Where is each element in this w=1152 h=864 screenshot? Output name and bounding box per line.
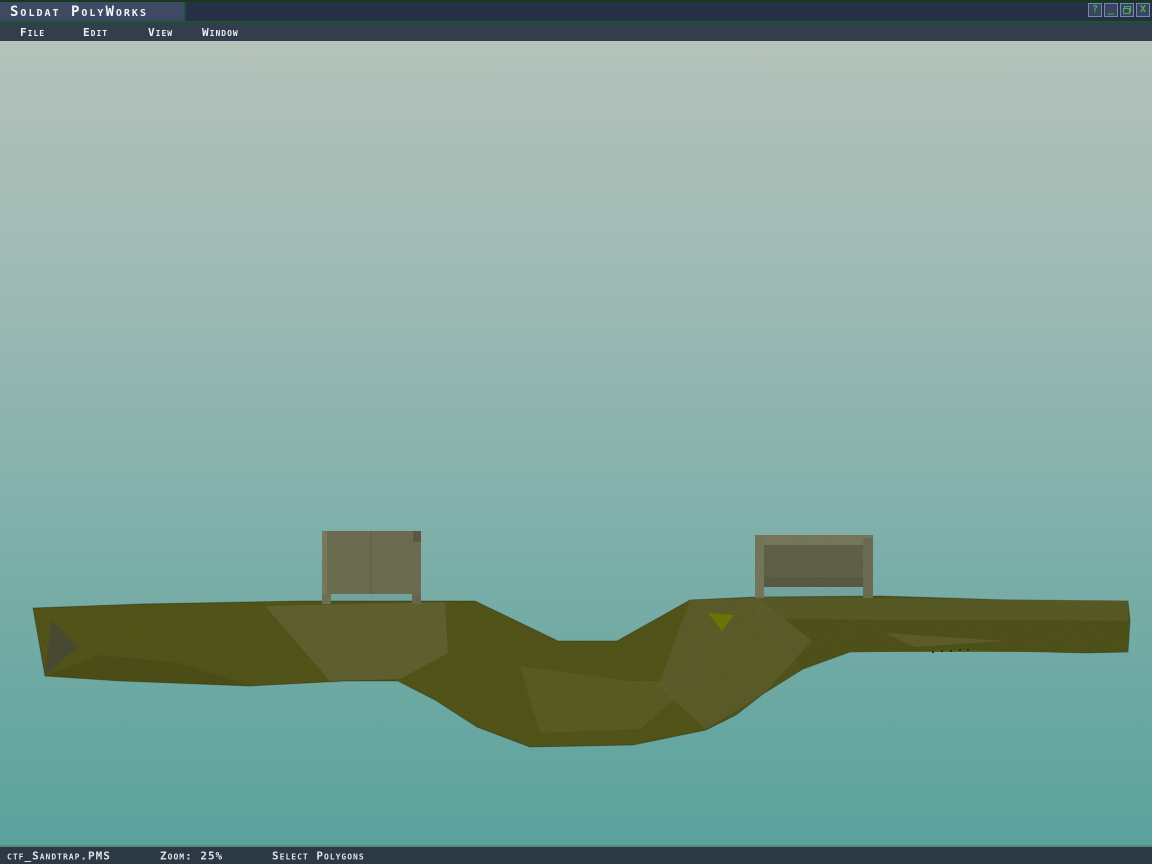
map-render — [0, 41, 1152, 845]
minimize-button[interactable]: _ — [1104, 3, 1118, 17]
close-button[interactable]: X — [1136, 3, 1150, 17]
close-icon: X — [1140, 4, 1146, 15]
menu-view[interactable]: View — [148, 23, 173, 41]
map-canvas[interactable] — [0, 41, 1152, 845]
window-controls: ? _ X — [1088, 3, 1150, 17]
help-button[interactable]: ? — [1088, 3, 1102, 17]
title-block: Soldat PolyWorks — [0, 2, 186, 21]
status-tool-mode: Select Polygons — [272, 849, 365, 862]
menu-window[interactable]: Window — [202, 23, 239, 41]
restore-button[interactable] — [1120, 3, 1134, 17]
minimize-icon: _ — [1108, 4, 1114, 15]
title-bar[interactable]: Soldat PolyWorks ? _ X — [0, 0, 1152, 23]
menu-edit[interactable]: Edit — [83, 23, 108, 41]
texture-overlay — [0, 521, 1152, 756]
help-icon: ? — [1092, 4, 1098, 15]
polyworks-window: Soldat PolyWorks ? _ X File Edit View Wi… — [0, 0, 1152, 864]
menu-file[interactable]: File — [20, 23, 45, 41]
status-filename: ctf_Sandtrap.PMS — [7, 849, 111, 862]
menu-bar: File Edit View Window — [0, 23, 1152, 41]
status-zoom-level: Zoom: 25% — [160, 849, 223, 862]
status-bar: ctf_Sandtrap.PMS Zoom: 25% Select Polygo… — [0, 845, 1152, 864]
window-title: Soldat PolyWorks — [10, 4, 148, 20]
